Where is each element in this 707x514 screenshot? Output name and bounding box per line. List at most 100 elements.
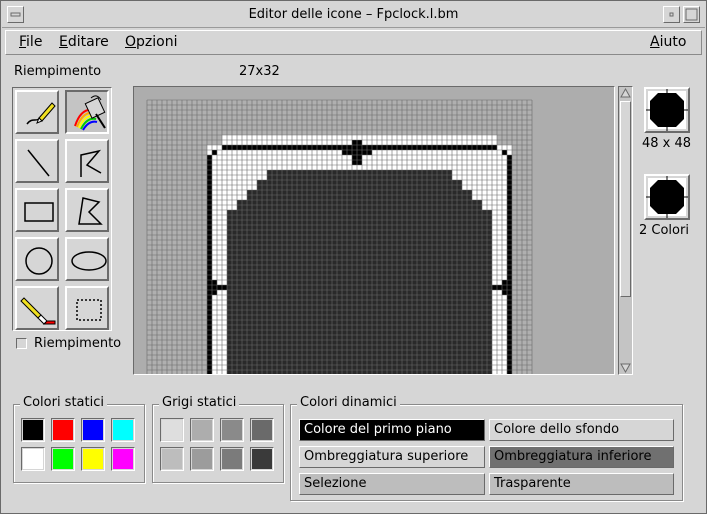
polygon-icon <box>78 197 103 225</box>
menu-help[interactable]: Aiuto <box>650 34 686 50</box>
pencil-icon <box>26 102 56 125</box>
menu-help-label: iuto <box>659 34 687 50</box>
circle-icon <box>25 247 53 275</box>
dynamic-color-button[interactable]: Ombreggiatura superiore <box>299 446 485 468</box>
fill-checkbox-label: Riempimento <box>34 336 122 351</box>
icon-pixel-black <box>502 280 507 295</box>
rectangle-tool[interactable] <box>15 188 59 232</box>
menu-edit-label: ditare <box>67 34 109 50</box>
static-color-swatch-fill <box>23 449 43 469</box>
static-grey-swatch-fill <box>192 449 212 469</box>
static-grey-swatch[interactable] <box>250 418 274 442</box>
static-grey-swatch-fill <box>222 449 242 469</box>
static-color-swatch[interactable] <box>21 418 45 442</box>
polyline-tool[interactable] <box>65 139 109 183</box>
icon-editor-window: Editor delle icone – Fpclock.l.bm File E… <box>0 0 707 514</box>
static-color-swatch-fill <box>113 449 133 469</box>
static-grey-swatch-fill <box>222 420 242 440</box>
static-color-swatch[interactable] <box>21 447 45 471</box>
menu-options[interactable]: Opzioni <box>125 34 177 50</box>
static-grey-swatch[interactable] <box>250 447 274 471</box>
tool-mode-label: Riempimento <box>14 64 102 79</box>
menu-file[interactable]: File <box>19 34 42 50</box>
static-greys-group: Grigi statici <box>152 395 284 483</box>
static-color-swatch[interactable] <box>81 418 105 442</box>
icon-pixel-black <box>212 150 217 155</box>
menu-edit[interactable]: Editare <box>59 34 109 50</box>
dynamic-colors-title: Colori dinamici <box>297 395 400 410</box>
rectangle-icon <box>24 202 54 222</box>
icon-pixel-black <box>207 155 212 374</box>
scroll-up-arrow-icon[interactable] <box>619 87 632 99</box>
menu-bar: File Editare Opzioni Aiuto <box>5 30 702 55</box>
menu-options-mnemonic: O <box>125 34 137 50</box>
static-grey-swatch[interactable] <box>190 447 214 471</box>
icon-pixel-black <box>507 155 512 374</box>
fill-tool[interactable] <box>65 90 109 134</box>
polygon-tool[interactable] <box>65 188 109 232</box>
paint-bucket-icon <box>74 95 106 131</box>
minimize-icon <box>669 12 674 17</box>
icon-pixel-black <box>502 150 507 155</box>
static-color-swatch[interactable] <box>111 447 135 471</box>
static-color-swatch[interactable] <box>51 418 75 442</box>
clock-preview-icon <box>646 89 688 131</box>
dynamic-color-button[interactable]: Ombreggiatura inferiore <box>489 446 674 468</box>
static-colors-title: Colori statici <box>20 395 107 410</box>
menu-file-label: ile <box>26 34 43 50</box>
canvas-vertical-scrollbar[interactable] <box>618 86 633 375</box>
icon-pixel-black <box>212 280 217 295</box>
static-colors-group: Colori statici <box>13 395 145 483</box>
scrollbar-thumb[interactable] <box>620 101 631 297</box>
static-grey-swatch-fill <box>252 449 272 469</box>
minimize-button[interactable] <box>663 6 680 23</box>
static-greys-title: Grigi statici <box>159 395 240 410</box>
preview-48x48-label: 48 x 48 <box>642 136 692 151</box>
line-tool[interactable] <box>15 139 59 183</box>
dynamic-colors-group: Colori dinamici Colore del primo piano Co… <box>290 395 683 501</box>
polyline-icon <box>80 149 102 177</box>
static-grey-swatch[interactable] <box>220 447 244 471</box>
select-tool[interactable] <box>65 286 109 330</box>
dynamic-color-button[interactable]: Colore dello sfondo <box>489 419 674 441</box>
static-color-swatch[interactable] <box>81 447 105 471</box>
window-title: Editor delle icone – Fpclock.l.bm <box>248 7 459 22</box>
static-grey-swatch[interactable] <box>160 447 184 471</box>
menu-edit-mnemonic: E <box>59 34 68 50</box>
scroll-down-arrow-icon[interactable] <box>619 362 632 374</box>
ellipse-tool[interactable] <box>65 237 109 281</box>
eraser-icon <box>20 297 56 325</box>
drawing-canvas[interactable] <box>134 87 614 374</box>
pencil-tool[interactable] <box>15 90 59 134</box>
static-color-swatch[interactable] <box>51 447 75 471</box>
eraser-tool[interactable] <box>15 286 59 330</box>
static-color-swatch-fill <box>113 420 133 440</box>
static-grey-swatch-fill <box>162 449 182 469</box>
preview-2-colors[interactable] <box>644 174 690 220</box>
maximize-button[interactable] <box>683 6 700 23</box>
dynamic-color-button[interactable]: Trasparente <box>489 473 674 495</box>
static-grey-swatch-fill <box>192 420 212 440</box>
menu-options-label: pzioni <box>136 34 178 50</box>
static-grey-swatch[interactable] <box>190 418 214 442</box>
preview-48x48[interactable] <box>644 87 690 133</box>
static-color-swatch-fill <box>83 420 103 440</box>
static-color-swatch[interactable] <box>111 418 135 442</box>
clock-preview-mono-icon <box>646 176 688 218</box>
preview-2-colors-label: 2 Colori <box>639 223 689 238</box>
static-grey-swatch[interactable] <box>160 418 184 442</box>
menu-file-mnemonic: F <box>19 34 27 50</box>
static-color-swatch-fill <box>53 449 73 469</box>
fill-checkbox[interactable] <box>16 338 27 349</box>
static-grey-swatch[interactable] <box>220 418 244 442</box>
circle-tool[interactable] <box>15 237 59 281</box>
dynamic-color-button[interactable]: Selezione <box>299 473 485 495</box>
title-bar[interactable]: Editor delle icone – Fpclock.l.bm <box>2 2 705 28</box>
maximize-icon <box>685 8 698 21</box>
selection-icon <box>76 299 102 321</box>
static-color-swatch-fill <box>53 420 73 440</box>
menu-help-mnemonic: A <box>650 34 660 50</box>
tool-palette <box>12 87 112 331</box>
dynamic-color-button[interactable]: Colore del primo piano <box>299 419 485 441</box>
static-grey-swatch-fill <box>162 420 182 440</box>
